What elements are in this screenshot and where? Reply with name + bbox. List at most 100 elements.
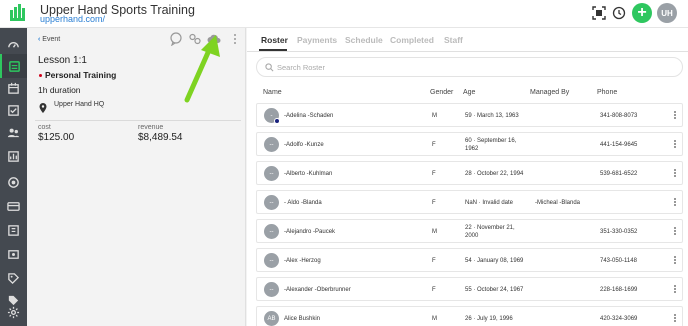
event-title: Lesson 1:1 — [38, 55, 87, 66]
avatar-initials: AB — [267, 315, 276, 322]
left-nav-rail — [0, 28, 27, 326]
row-more-icon[interactable] — [672, 111, 678, 121]
tab-payments[interactable]: Payments — [297, 35, 337, 45]
roster-gender: M — [432, 113, 437, 119]
table-row[interactable]: -- - Aldo -Blanda F NaN · Invalid date -Mich… — [256, 190, 683, 214]
tab-bar: Roster Payments Schedule Completed Staff — [247, 28, 688, 52]
roster-age-line1: 54 · January 08, 1969 — [465, 258, 524, 264]
avatar: -- — [264, 224, 279, 239]
roster-name[interactable]: Alice Bushkin — [284, 315, 320, 323]
add-button[interactable]: + — [632, 3, 652, 23]
roster-name[interactable]: - Aldo -Blanda — [284, 199, 322, 207]
avatar: -- — [264, 195, 279, 210]
roster-name[interactable]: -Adelina -Schaden — [284, 112, 333, 120]
dashboard-icon[interactable] — [0, 32, 27, 56]
avatar-initials: -- — [269, 199, 274, 206]
more-vertical-icon[interactable] — [228, 32, 242, 46]
gear-icon[interactable] — [0, 300, 27, 324]
col-header-name[interactable]: Name — [263, 89, 282, 96]
roster-phone: 351-330-0352 — [600, 229, 638, 235]
user-avatar[interactable]: UH — [657, 3, 677, 23]
roster-age-line1: 60 · September 16, — [465, 138, 517, 144]
row-more-icon[interactable] — [672, 140, 678, 150]
avatar: AB — [264, 311, 279, 326]
roster-age-line1: 22 · November 21, — [465, 225, 515, 231]
table-row[interactable]: -- -Alexander -Oberbrunner F 55 · October 2… — [256, 277, 683, 301]
revenue-label: revenue — [138, 124, 164, 131]
clock-icon[interactable] — [610, 4, 628, 22]
roster-phone: 743-050-1148 — [600, 258, 637, 264]
coupons-icon[interactable] — [0, 266, 27, 290]
resources-icon[interactable] — [0, 242, 27, 266]
row-more-icon[interactable] — [672, 169, 678, 179]
table-row[interactable]: AB Alice Bushkin M 26 · July 19, 1996 420-32… — [256, 306, 683, 326]
row-more-icon[interactable] — [672, 256, 678, 266]
roster-phone: 420-324-3069 — [600, 316, 638, 322]
divider — [35, 120, 241, 121]
app-url-link[interactable]: upperhand.com/ — [40, 14, 105, 24]
roster-age-line1: 26 · July 19, 1996 — [465, 316, 513, 322]
col-header-gender[interactable]: Gender — [430, 89, 453, 96]
roster-phone: 228-168-1699 — [600, 287, 638, 293]
roster-search[interactable]: Search Roster — [256, 57, 683, 77]
back-link-label: Event — [42, 36, 61, 43]
main-content: Roster Payments Schedule Completed Staff… — [247, 28, 688, 326]
roster-age-line1: 28 · October 22, 1994 — [465, 171, 524, 177]
table-row[interactable]: -- -Alberto -Kuhlman F 28 · October 22, 199… — [256, 161, 683, 185]
memberships-icon[interactable] — [0, 218, 27, 242]
cost-value: $125.00 — [38, 132, 75, 143]
scan-icon[interactable] — [590, 4, 608, 22]
avatar: -- — [264, 137, 279, 152]
checkin-icon[interactable] — [0, 98, 27, 122]
search-icon — [265, 63, 274, 72]
upper-hand-logo[interactable] — [10, 4, 26, 22]
roster-gender: F — [432, 287, 436, 293]
tab-roster[interactable]: Roster — [261, 35, 288, 45]
events-icon[interactable] — [0, 54, 27, 78]
calendar-icon[interactable] — [0, 76, 27, 100]
chevron-left-icon: ‹ — [38, 36, 41, 43]
tab-completed[interactable]: Completed — [390, 35, 434, 45]
table-row[interactable]: -- -Alejandro -Paucek M 22 · November 21, 20… — [256, 219, 683, 243]
tab-staff[interactable]: Staff — [444, 35, 463, 45]
cost-label: cost — [38, 124, 51, 131]
col-header-managed-by[interactable]: Managed By — [530, 89, 569, 96]
roster-name[interactable]: -Alexander -Oberbrunner — [284, 286, 351, 294]
reports-icon[interactable] — [0, 144, 27, 168]
roster-name[interactable]: -Alejandro -Paucek — [284, 228, 335, 236]
marketing-icon[interactable] — [0, 170, 27, 194]
roster-name[interactable]: -Alex -Herzog — [284, 257, 321, 265]
roster-gender: F — [432, 171, 436, 177]
roster-age-line1: NaN · Invalid date — [465, 200, 514, 206]
avatar: -- — [264, 282, 279, 297]
col-header-phone[interactable]: Phone — [597, 89, 617, 96]
row-more-icon[interactable] — [672, 285, 678, 295]
active-tab-underline — [259, 49, 287, 51]
table-row[interactable]: -- -Adolfo -Kunze F 60 · September 16, 1962 4… — [256, 132, 683, 156]
roster-phone: 341-808-8073 — [600, 113, 638, 119]
avatar: -- — [264, 166, 279, 181]
avatar-initials: -- — [269, 170, 274, 177]
table-row[interactable]: -- -Alex -Herzog F 54 · January 08, 1969 743… — [256, 248, 683, 272]
col-header-age[interactable]: Age — [463, 89, 475, 96]
location-pin-icon — [39, 100, 47, 113]
roster-name[interactable]: -Adolfo -Kunze — [284, 141, 324, 149]
roster-age-line1: 55 · October 24, 1967 — [465, 287, 524, 293]
avatar-initials: -- — [269, 286, 274, 293]
roster-name[interactable]: -Alberto -Kuhlman — [284, 170, 332, 178]
back-to-events-link[interactable]: ‹ Event — [38, 36, 60, 43]
team-icon[interactable] — [0, 120, 27, 144]
roster-gender: F — [432, 200, 436, 206]
row-more-icon[interactable] — [672, 314, 678, 324]
avatar-initials: -- — [269, 257, 274, 264]
billing-icon[interactable] — [0, 194, 27, 218]
roster-gender: F — [432, 142, 436, 148]
roster-managed-by[interactable]: -Micheal -Blanda — [535, 199, 580, 207]
table-row[interactable]: - -Adelina -Schaden M 59 · March 13, 1963 34… — [256, 103, 683, 127]
event-type-dot — [39, 74, 42, 77]
search-input[interactable]: Search Roster — [277, 63, 325, 72]
tab-schedule[interactable]: Schedule — [345, 35, 383, 45]
row-more-icon[interactable] — [672, 227, 678, 237]
row-more-icon[interactable] — [672, 198, 678, 208]
event-type: Personal Training — [45, 70, 117, 80]
